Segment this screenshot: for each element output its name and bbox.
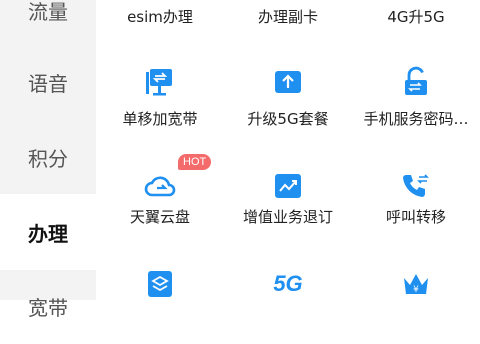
service-phone-password[interactable]: 手机服务密码…	[352, 62, 480, 132]
service-row3-item2[interactable]: 5G	[224, 266, 352, 300]
service-label: 4G升5G	[387, 8, 445, 26]
5g-icon-text: 5G	[273, 271, 303, 296]
sidebar-item-label: 流量	[28, 0, 68, 24]
service-add-broadband[interactable]: 单移加宽带	[96, 62, 224, 132]
sidebar-item-handle[interactable]: 办理	[0, 194, 96, 270]
sidebar-item-traffic[interactable]: 流量	[0, 0, 96, 48]
service-label: 手机服务密码…	[363, 110, 469, 128]
crown-icon: ¥	[398, 266, 434, 302]
sidebar-item-label: 语音	[28, 71, 68, 96]
sidebar-item-label: 积分	[28, 146, 68, 171]
service-label: 天翼云盘	[129, 208, 190, 226]
service-upgrade-5g-plan[interactable]: 升级5G套餐	[224, 62, 352, 132]
sidebar-item-label: 宽带	[28, 295, 68, 320]
5g-icon: 5G	[270, 266, 306, 302]
cloud-icon	[142, 168, 178, 204]
service-label: 呼叫转移	[385, 208, 446, 226]
unlock-icon	[398, 64, 434, 100]
sidebar-item-voice[interactable]: 语音	[0, 44, 96, 120]
service-row3-item3[interactable]: ¥	[352, 266, 480, 300]
service-label: 增值业务退订	[242, 208, 333, 226]
hot-badge: HOT	[178, 154, 212, 170]
layers-icon	[142, 266, 178, 302]
service-esim[interactable]: esim办理	[96, 0, 224, 30]
service-call-forwarding[interactable]: 呼叫转移	[352, 166, 480, 236]
phone-forward-icon	[398, 168, 434, 204]
sidebar-item-broadband[interactable]: 宽带	[0, 268, 96, 344]
trend-chart-icon	[270, 168, 306, 204]
svg-text:¥: ¥	[413, 285, 419, 295]
broadband-transfer-icon	[142, 64, 178, 100]
service-label: 单移加宽带	[122, 110, 198, 128]
service-label: 升级5G套餐	[247, 110, 329, 128]
service-secondary-card[interactable]: 办理副卡	[224, 0, 352, 30]
service-unsubscribe-value-added[interactable]: 增值业务退订	[224, 166, 352, 236]
service-label: esim办理	[127, 8, 193, 26]
service-tianyi-cloud[interactable]: HOT 天翼云盘	[96, 154, 224, 236]
service-row3-item1[interactable]	[96, 266, 224, 300]
upgrade-arrow-icon	[270, 64, 306, 100]
service-grid: esim办理 办理副卡 4G升5G 单移加宽带 升级5G套餐 手机服务密码… H…	[96, 0, 480, 300]
service-label: 办理副卡	[257, 8, 318, 26]
service-4g-to-5g[interactable]: 4G升5G	[352, 0, 480, 30]
sidebar-item-label: 办理	[28, 221, 68, 246]
sidebar: 流量 语音 积分 办理 宽带	[0, 0, 96, 320]
sidebar-item-points[interactable]: 积分	[0, 119, 96, 195]
